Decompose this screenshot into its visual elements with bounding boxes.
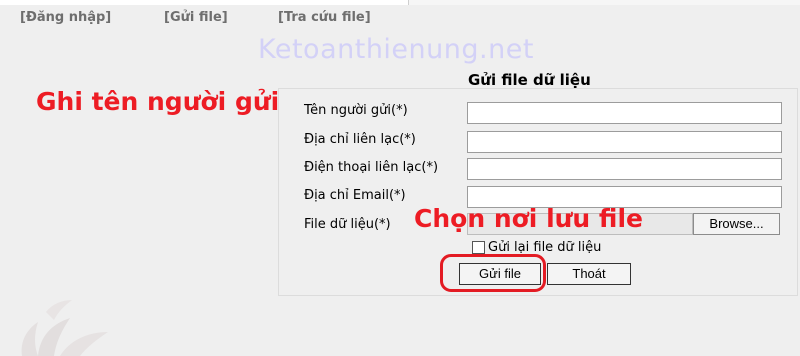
- contact-phone-label: Điện thoại liên lạc(*): [304, 160, 439, 175]
- annotation-sender-name: Ghi tên người gửi: [36, 87, 280, 116]
- top-strip: [0, 0, 800, 5]
- watermark-text: Ketoanthienung.net: [258, 34, 534, 65]
- contact-phone-input[interactable]: [467, 158, 782, 180]
- sender-name-input[interactable]: [467, 102, 782, 124]
- top-strip-left: [0, 0, 408, 5]
- nav-lookup-file-link[interactable]: [Tra cứu file]: [278, 10, 371, 25]
- form-title: Gửi file dữ liệu: [468, 71, 591, 89]
- top-strip-divider: [408, 0, 409, 5]
- resend-checkbox[interactable]: [472, 241, 485, 254]
- data-file-label: File dữ liệu(*): [304, 217, 391, 232]
- highlight-ring: [440, 254, 546, 292]
- annotation-choose-location: Chọn nơi lưu file: [414, 204, 643, 233]
- browse-button[interactable]: Browse...: [693, 213, 780, 235]
- contact-address-input[interactable]: [467, 131, 782, 153]
- email-label: Địa chỉ Email(*): [304, 188, 406, 203]
- contact-address-label: Địa chỉ liên lạc(*): [304, 132, 416, 147]
- nav-login-link[interactable]: [Đăng nhập]: [20, 10, 111, 25]
- sender-name-label: Tên người gửi(*): [304, 103, 408, 118]
- nav-send-file-link[interactable]: [Gửi file]: [164, 10, 228, 25]
- exit-button[interactable]: Thoát: [547, 263, 631, 285]
- resend-checkbox-label: Gửi lại file dữ liệu: [488, 240, 602, 255]
- leaf-decoration-icon: [21, 300, 108, 356]
